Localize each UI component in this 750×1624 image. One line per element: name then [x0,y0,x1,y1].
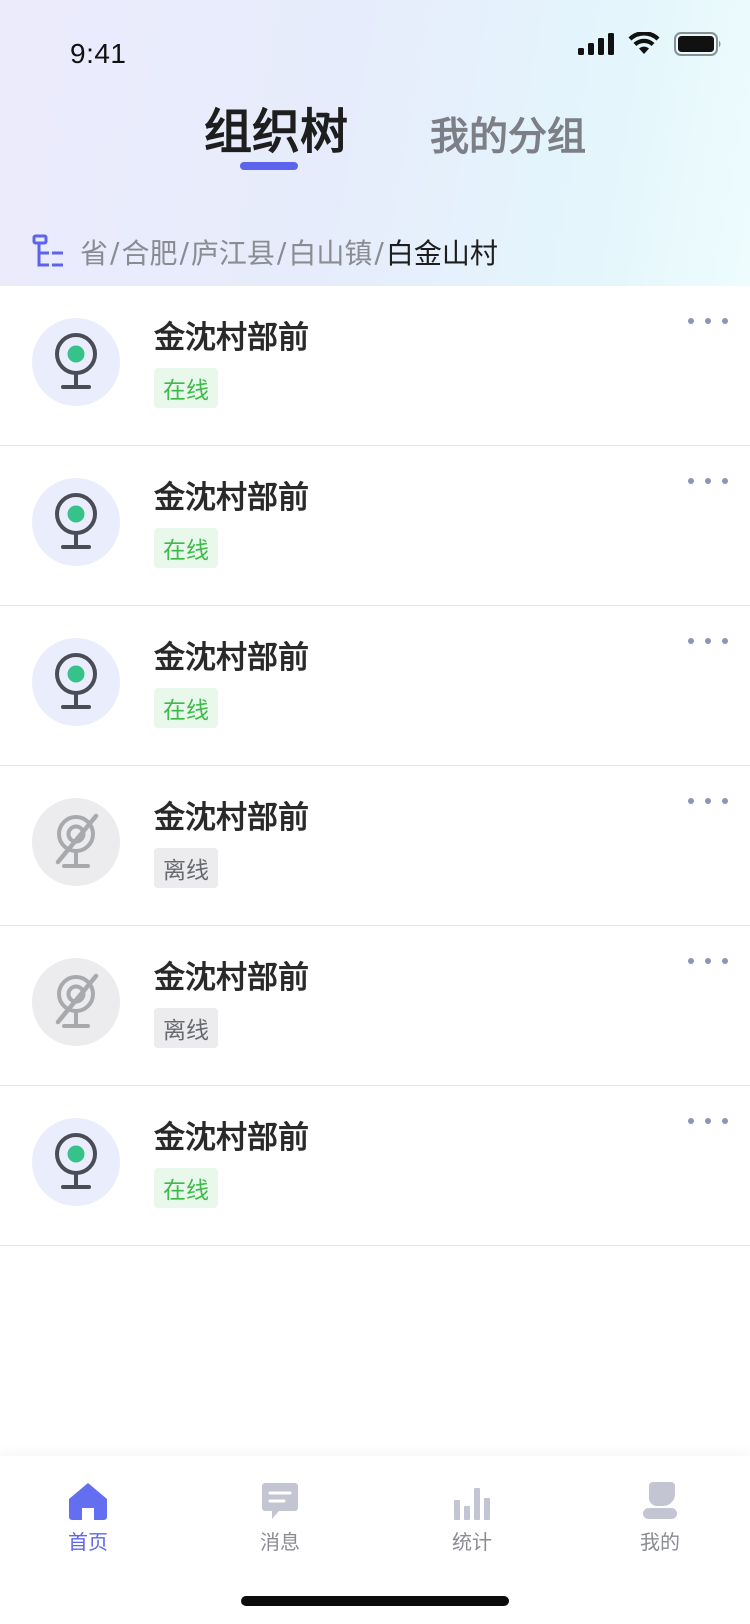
breadcrumb-item[interactable]: 庐江县 [191,232,275,272]
tab-org-tree[interactable]: 组织树 [204,92,348,162]
status-badge: 在线 [154,1168,218,1208]
user-icon [643,1482,677,1519]
tabbar-messages[interactable]: 消息 [220,1476,340,1555]
status-badge: 在线 [154,688,218,728]
tree-icon [32,234,63,267]
tabbar-label: 消息 [260,1530,300,1554]
breadcrumb-separator: / [110,235,120,269]
tabbar-home[interactable]: 首页 [28,1476,148,1555]
camera-online-icon [32,1118,120,1206]
tab-my-groups[interactable]: 我的分组 [430,106,586,162]
status-badge: 在线 [154,368,218,408]
status-badge: 在线 [154,528,218,568]
device-name: 金沈村部前 [154,960,309,996]
tabbar-label: 统计 [452,1530,492,1554]
status-time: 9:41 [70,38,127,69]
home-indicator [241,1596,509,1606]
device-row[interactable]: 金沈村部前 离线 [0,766,750,926]
device-row[interactable]: 金沈村部前 在线 [0,446,750,606]
device-row[interactable]: 金沈村部前 在线 [0,1086,750,1246]
status-badge: 离线 [154,1008,218,1048]
battery-icon [674,32,721,56]
top-tabs: 组织树 我的分组 [0,96,750,186]
camera-offline-icon [32,798,120,886]
wifi-icon [628,32,660,54]
more-icon[interactable] [688,794,728,808]
camera-offline-icon [32,958,120,1046]
breadcrumb-item[interactable]: 白山镇 [288,232,372,272]
device-row[interactable]: 金沈村部前 离线 [0,926,750,1086]
tabbar-label: 首页 [68,1530,108,1554]
breadcrumb-item[interactable]: 合肥 [121,232,177,272]
breadcrumb-item[interactable]: 省 [80,232,108,272]
status-bar: 9:41 [0,0,750,100]
device-name: 金沈村部前 [154,480,309,516]
home-icon [69,1483,107,1520]
camera-online-icon [32,318,120,406]
status-badge: 离线 [154,848,218,888]
more-icon[interactable] [688,634,728,648]
active-tab-indicator [240,162,298,170]
device-name: 金沈村部前 [154,320,309,356]
chart-icon [454,1488,490,1520]
breadcrumb: 省 / 合肥 / 庐江县 / 白山镇 / 白金山村 [32,230,498,274]
breadcrumb-separator: / [179,235,189,269]
more-icon[interactable] [688,314,728,328]
tabbar-stats[interactable]: 统计 [412,1476,532,1555]
device-name: 金沈村部前 [154,800,309,836]
breadcrumb-separator: / [374,235,384,269]
tabbar-label: 我的 [640,1530,680,1554]
camera-online-icon [32,478,120,566]
device-row[interactable]: 金沈村部前 在线 [0,286,750,446]
more-icon[interactable] [688,474,728,488]
signal-icon [578,33,614,55]
device-list: 金沈村部前 在线 金沈村部前 在线 金沈村部前 在线 金沈村部前 离线 金沈村部… [0,286,750,1246]
more-icon[interactable] [688,1114,728,1128]
status-icons [578,32,722,56]
tabbar-profile[interactable]: 我的 [600,1476,720,1555]
camera-online-icon [32,638,120,726]
breadcrumb-current: 白金山村 [385,237,498,270]
more-icon[interactable] [688,954,728,968]
device-name: 金沈村部前 [154,1120,309,1156]
device-row[interactable]: 金沈村部前 在线 [0,606,750,766]
message-icon [262,1483,298,1519]
device-name: 金沈村部前 [154,640,309,676]
breadcrumb-separator: / [276,235,287,269]
